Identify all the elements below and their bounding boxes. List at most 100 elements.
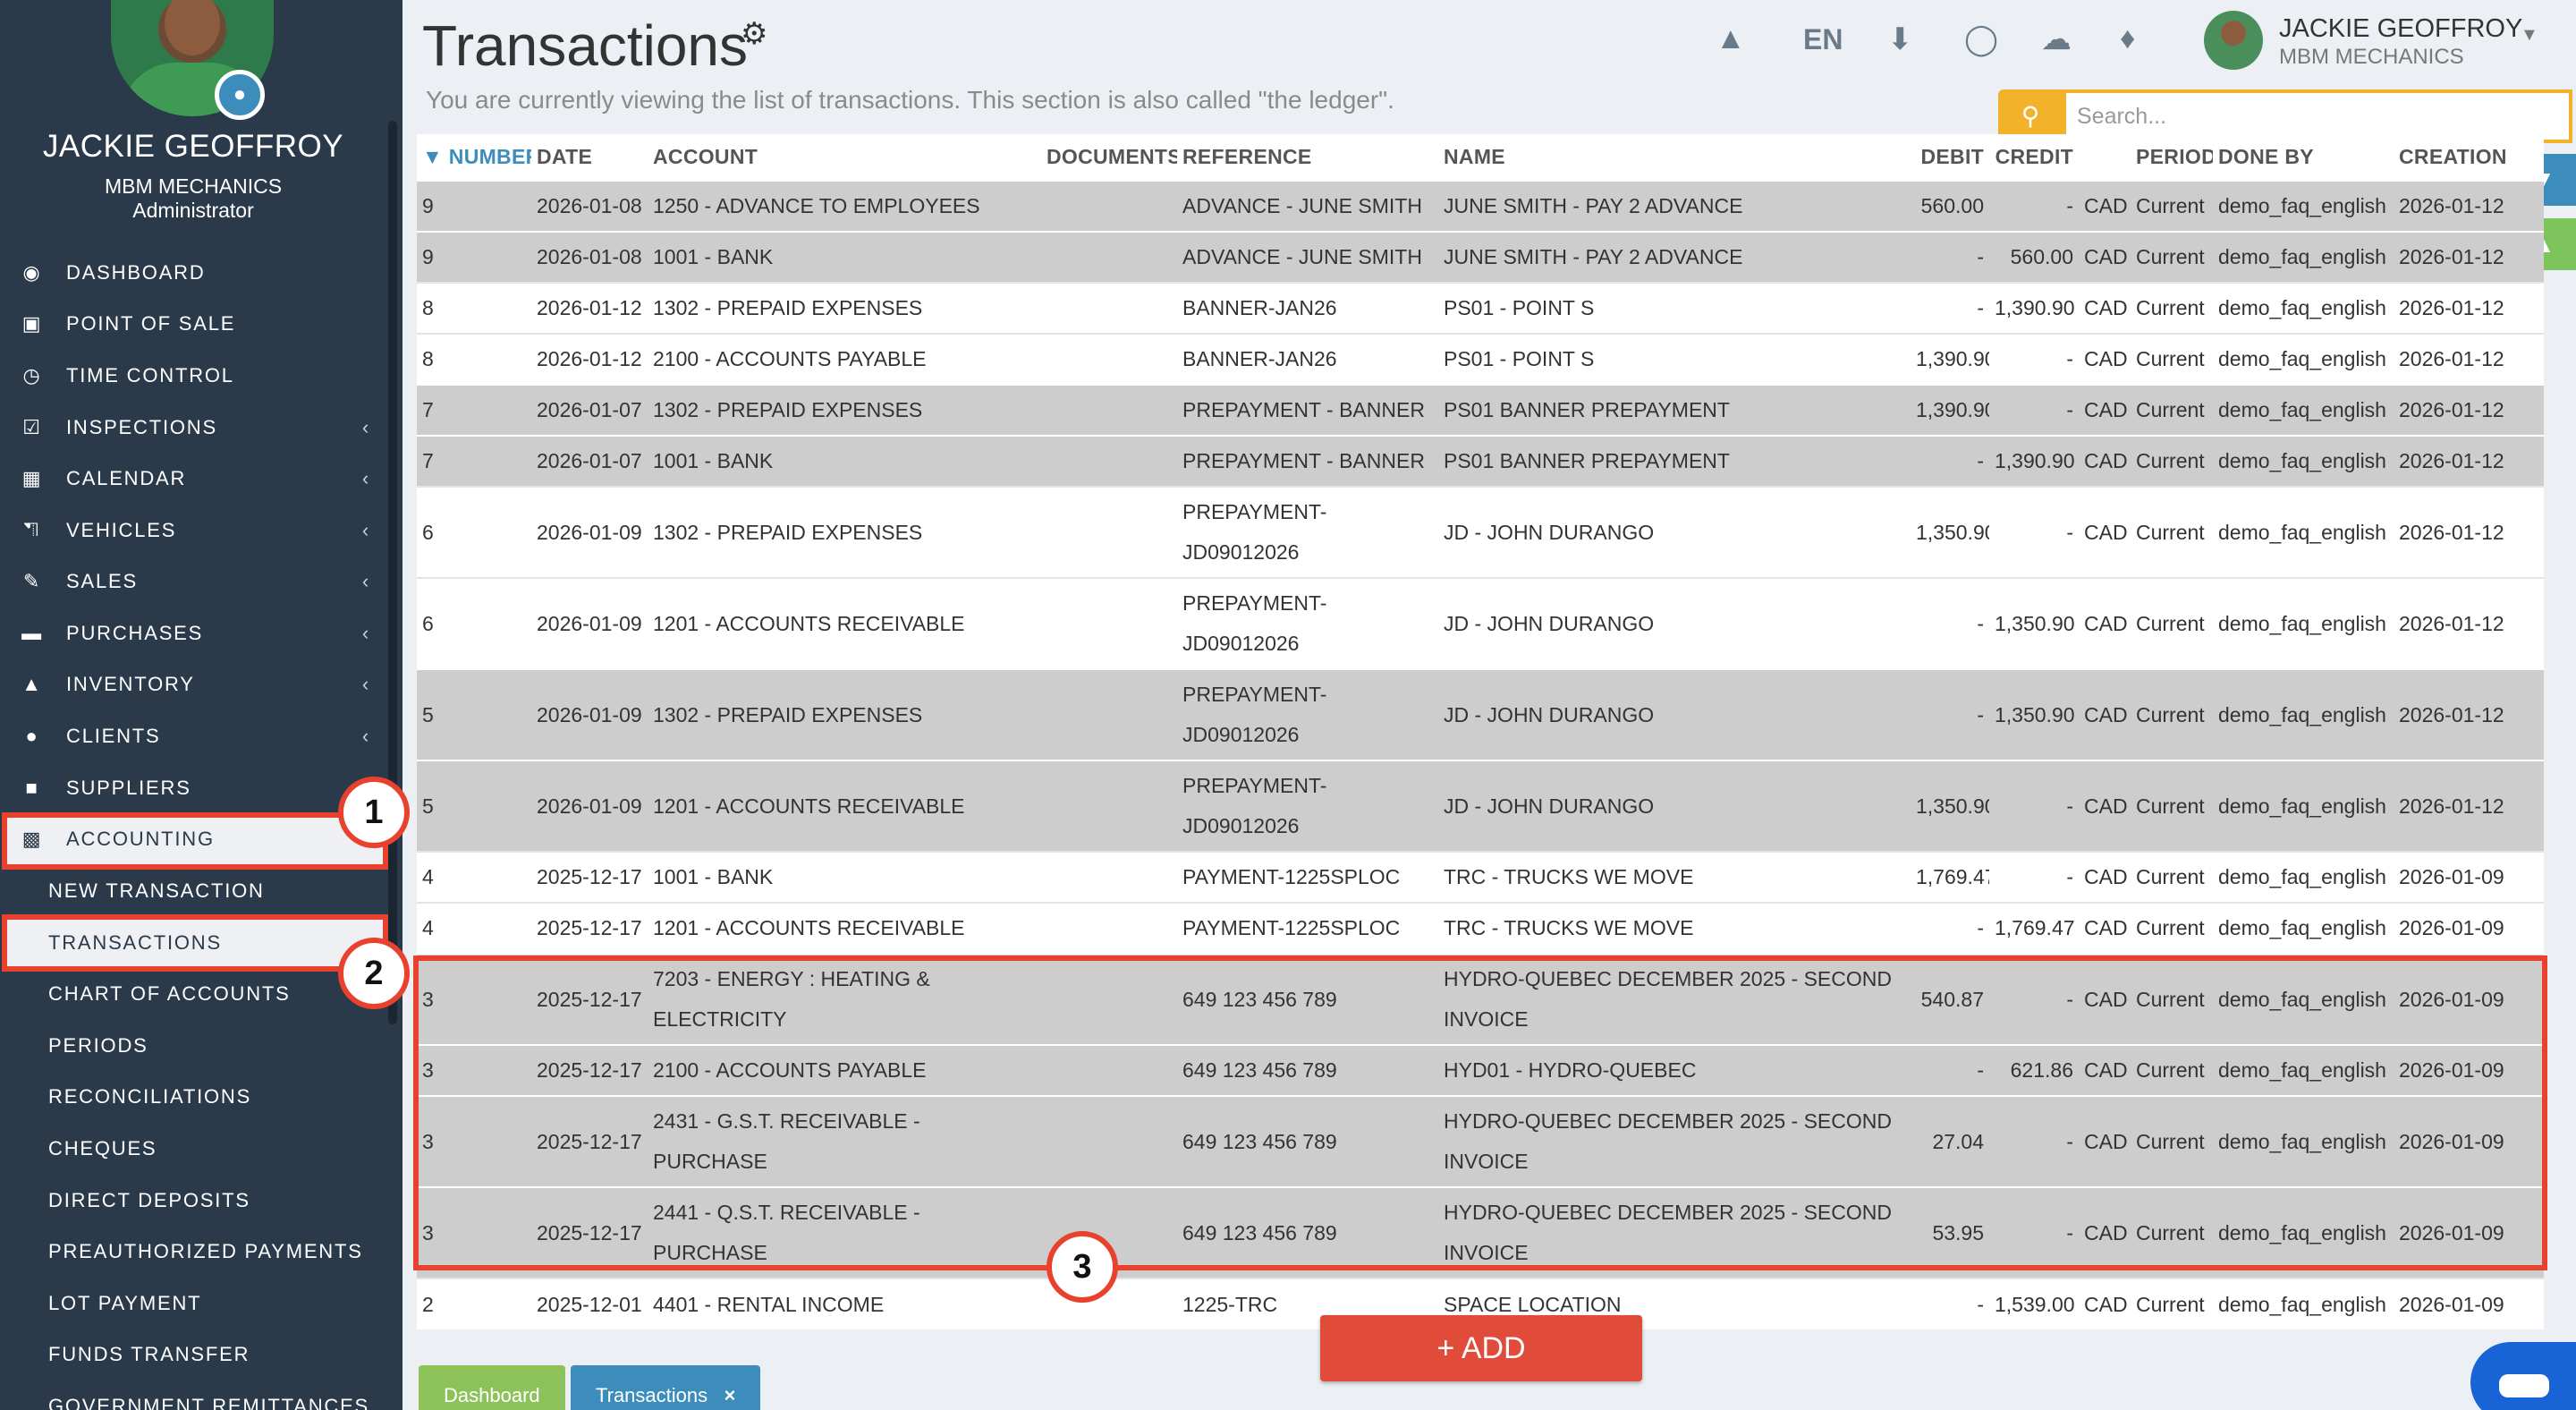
table-cell: Current (2131, 333, 2213, 385)
table-row[interactable]: 9 2026-01-08 1250 - ADVANCE TO EMPLOYEES AD… (417, 180, 2544, 232)
col-name[interactable]: NAME (1438, 134, 1911, 181)
sidebar-sub-preauthorized-payments[interactable]: PREAUTHORIZED PAYMENTS (0, 1227, 386, 1277)
table-cell: 1302 - PREPAID EXPENSES (648, 384, 1041, 436)
calendar-icon: ▦ (21, 467, 43, 489)
table-cell: CAD (2079, 902, 2131, 954)
sidebar-item-time-control[interactable]: ◷ TIME CONTROL (0, 351, 386, 401)
page-title: Transactions (422, 13, 748, 78)
table-row[interactable]: 4 2025-12-17 1001 - BANK PAYMENT-1225SPLOC T… (417, 851, 2544, 903)
table-cell: 2026-01-12 (531, 333, 648, 385)
table-cell: 2025-12-17 (531, 902, 648, 954)
table-cell: 1001 - BANK (648, 435, 1041, 487)
col-creation[interactable]: CREATION (2394, 134, 2544, 181)
close-icon[interactable]: × (724, 1384, 735, 1406)
table-cell: ADVANCE - JUNE SMITH (1177, 180, 1438, 232)
sidebar-item-purchases[interactable]: ▬ PURCHASES ‹ (0, 608, 386, 658)
table-row[interactable]: 7 2026-01-07 1001 - BANK PREPAYMENT - BANNE… (417, 435, 2544, 487)
sidebar-sub-reconciliations[interactable]: RECONCILIATIONS (0, 1072, 386, 1122)
tab-dashboard[interactable]: Dashboard (419, 1365, 565, 1410)
table-row[interactable]: 5 2026-01-09 1201 - ACCOUNTS RECEIVABLE PRE… (417, 760, 2544, 852)
sidebar-sub-chart-of-accounts[interactable]: CHART OF ACCOUNTS (0, 969, 386, 1019)
col-account[interactable]: ACCOUNT (648, 134, 1041, 181)
table-row[interactable]: 6 2026-01-09 1201 - ACCOUNTS RECEIVABLE PRE… (417, 577, 2544, 669)
settings-gear-icon[interactable]: ⚙ (741, 16, 767, 52)
table-row[interactable]: 6 2026-01-09 1302 - PREPAID EXPENSES PREPAY… (417, 486, 2544, 578)
table-cell: 1001 - BANK (648, 851, 1041, 903)
table-cell: Current (2131, 231, 2213, 283)
table-cell: 2026-01-08 (531, 180, 648, 232)
table-row[interactable]: 9 2026-01-08 1001 - BANK ADVANCE - JUNE SMI… (417, 231, 2544, 283)
sidebar-sub-lot-payment[interactable]: LOT PAYMENT (0, 1278, 386, 1329)
language-selector[interactable]: EN (1803, 23, 1843, 56)
table-cell: demo_faq_english (2213, 1278, 2394, 1329)
table-cell: 2026-01-09 (2394, 902, 2544, 954)
chevron-left-icon: ‹ (361, 467, 370, 489)
table-cell: 560.00 (1911, 180, 1989, 232)
sidebar-item-inspections[interactable]: ☑ INSPECTIONS ‹ (0, 403, 386, 453)
table-cell: PS01 - POINT S (1438, 282, 1911, 334)
user-badge-icon[interactable]: ● (215, 70, 265, 120)
table-cell: JD - JOHN DURANGO (1438, 486, 1911, 578)
clock-icon: ◷ (22, 364, 42, 386)
header-user-name[interactable]: JACKIE GEOFFROY (2279, 14, 2522, 44)
sidebar-sub-funds-transfer[interactable]: FUNDS TRANSFER (0, 1329, 386, 1380)
table-cell: 1,539.00 (1989, 1278, 2079, 1329)
sidebar-item-suppliers[interactable]: ■ SUPPLIERS (0, 763, 386, 813)
sidebar-sub-periods[interactable]: PERIODS (0, 1021, 386, 1071)
table-cell (1041, 851, 1177, 903)
col-date[interactable]: DATE (531, 134, 648, 181)
lifebuoy-icon[interactable]: ◯ (1964, 21, 1998, 57)
step-marker-2: 2 (338, 938, 410, 1009)
chat-icon[interactable]: ☁ (2041, 21, 2072, 57)
table-cell: - (1911, 282, 1989, 334)
table-row[interactable]: 5 2026-01-09 1302 - PREPAID EXPENSES PREPAY… (417, 668, 2544, 760)
col-period[interactable]: PERIOD (2131, 134, 2213, 181)
table-row[interactable]: 4 2025-12-17 1201 - ACCOUNTS RECEIVABLE PAY… (417, 902, 2544, 954)
col-documents[interactable]: DOCUMENTS (1041, 134, 1177, 181)
download-icon[interactable]: ⬇ (1887, 21, 1913, 57)
sidebar-sub-government-remittances[interactable]: GOVERNMENT REMITTANCES (0, 1381, 386, 1410)
user-avatar[interactable] (2204, 11, 2263, 70)
table-cell: CAD (2079, 282, 2131, 334)
sidebar-sub-cheques[interactable]: CHEQUES (0, 1124, 386, 1174)
table-cell: 2025-12-01 (531, 1278, 648, 1329)
table-cell: demo_faq_english (2213, 180, 2394, 232)
add-button[interactable]: + ADD (1320, 1315, 1642, 1381)
col-debit[interactable]: DEBIT (1911, 134, 1989, 181)
table-cell: 1,350.90 (1989, 668, 2079, 760)
highlight-transaction-3 (413, 956, 2547, 1270)
sidebar-sub-new-transaction[interactable]: NEW TRANSACTION (0, 866, 386, 916)
graduation-cap-icon[interactable]: ▲ (1716, 21, 1746, 56)
col-done-by[interactable]: DONE BY (2213, 134, 2394, 181)
table-cell (1041, 333, 1177, 385)
tab-transactions[interactable]: Transactions × (571, 1365, 761, 1410)
sidebar-scrollbar[interactable] (388, 121, 397, 1024)
table-row[interactable]: 7 2026-01-07 1302 - PREPAID EXPENSES PREPAY… (417, 384, 2544, 436)
sidebar-item-calendar[interactable]: ▦ CALENDAR ‹ (0, 454, 386, 504)
caret-down-icon[interactable]: ▼ (2521, 25, 2538, 46)
table-cell (1041, 435, 1177, 487)
sidebar-item-sales[interactable]: ✎ SALES ‹ (0, 556, 386, 607)
table-cell: 1201 - ACCOUNTS RECEIVABLE (648, 760, 1041, 852)
sort-desc-icon: ▼ (422, 145, 444, 168)
sidebar-item-clients[interactable]: ● CLIENTS ‹ (0, 711, 386, 761)
table-cell: Current (2131, 902, 2213, 954)
sidebar-item-inventory[interactable]: ▲ INVENTORY ‹ (0, 659, 386, 709)
table-row[interactable]: 8 2026-01-12 1302 - PREPAID EXPENSES BANNER… (417, 282, 2544, 334)
chat-widget-button[interactable] (2470, 1342, 2576, 1410)
sidebar-item-point-of-sale[interactable]: ▣ POINT OF SALE (0, 299, 386, 349)
credit-card-icon: ▬ (21, 622, 43, 644)
table-cell (1041, 384, 1177, 436)
table-cell: - (1989, 384, 2079, 436)
table-row[interactable]: 8 2026-01-12 2100 - ACCOUNTS PAYABLE BANNER… (417, 333, 2544, 385)
col-reference[interactable]: REFERENCE (1177, 134, 1438, 181)
sidebar-item-vehicles[interactable]: ⛠ VEHICLES ‹ (0, 505, 386, 556)
table-cell: BANNER-JAN26 (1177, 282, 1438, 334)
truck-icon: ■ (25, 777, 39, 799)
col-credit[interactable]: CREDIT (1989, 134, 2079, 181)
sidebar-sub-direct-deposits[interactable]: DIRECT DEPOSITS (0, 1176, 386, 1226)
sidebar-item-dashboard[interactable]: ◉ DASHBOARD (0, 248, 386, 298)
sidebar-role: Administrator (132, 199, 254, 222)
bell-icon[interactable]: ♦ (2120, 21, 2135, 56)
col-number[interactable]: ▼ NUMBER (417, 134, 531, 181)
